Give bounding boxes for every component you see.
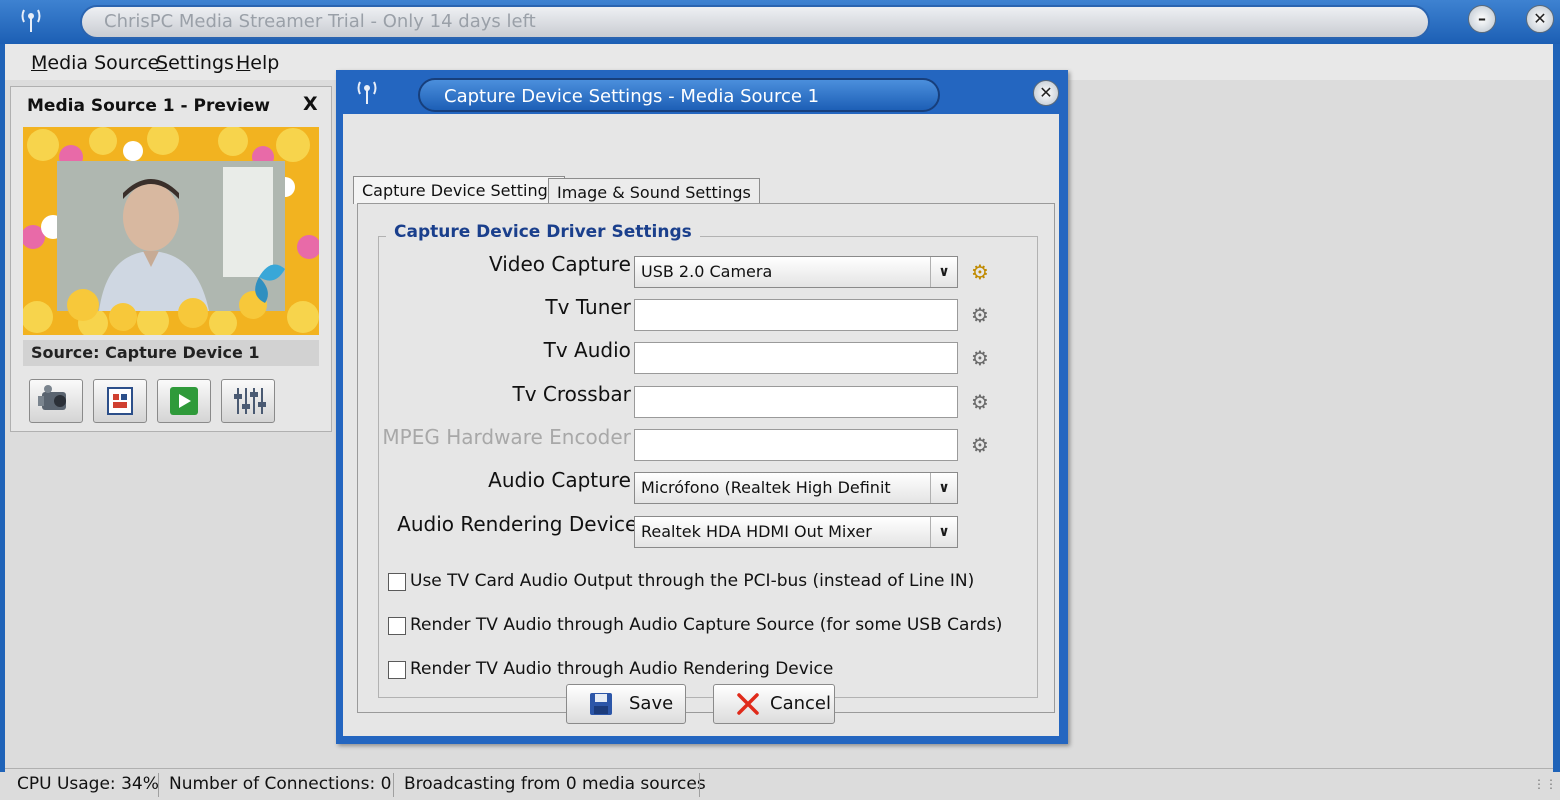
cancel-x-icon [734,691,762,717]
status-separator [699,773,700,797]
antenna-icon [356,78,378,111]
window-title: ChrisPC Media Streamer Trial - Only 14 d… [104,11,536,32]
tv-audio-label: Tv Audio : [543,338,644,362]
capture-settings-dialog: Capture Device Settings - Media Source 1… [336,70,1068,744]
resize-grip-icon[interactable]: ⋮⋮ [1533,777,1557,791]
window-frame-right [1553,44,1560,772]
tv-audio-properties-icon[interactable]: ⚙ [968,346,992,370]
dialog-close-button[interactable]: ✕ [1033,80,1059,106]
layout-icon [107,387,133,415]
checkbox-box[interactable] [388,661,406,679]
cpu-usage-status: CPU Usage: 34% [17,774,159,794]
audio-rendering-value: Realtek HDA HDMI Out Mixer [641,522,872,541]
equalizer-icon [234,388,266,414]
tv-tuner-label: Tv Tuner : [545,295,644,319]
floppy-disk-icon [587,691,615,717]
source-label: Source: Capture Device 1 [23,340,319,366]
menu-help[interactable]: Help [236,52,279,74]
tv-tuner-field[interactable] [634,299,958,331]
save-label: Save [629,693,674,714]
main-titlebar: ChrisPC Media Streamer Trial - Only 14 d… [0,0,1560,44]
status-separator [393,773,394,797]
video-capture-label: Video Capture : [488,252,644,276]
video-capture-select[interactable]: USB 2.0 Camera ∨ [634,256,958,288]
mpeg-encoder-properties-icon[interactable]: ⚙ [968,433,992,457]
tab-capture-device-settings[interactable]: Capture Device Settings [353,176,566,204]
status-separator [158,773,159,797]
mixer-button[interactable] [221,379,275,423]
checkbox-label: Render TV Audio through Audio Capture So… [410,615,1003,635]
window-frame-left [0,44,5,772]
tv-crossbar-properties-icon[interactable]: ⚙ [968,390,992,414]
preview-title: Media Source 1 - Preview [27,96,271,116]
audio-capture-value: Micrófono (Realtek High Definit [641,478,891,497]
tab-panel: Capture Device Driver Settings Video Cap… [357,203,1055,713]
play-button[interactable] [157,379,211,423]
cancel-button[interactable]: Cancel [713,684,835,724]
chevron-down-icon: ∨ [930,517,957,547]
layout-settings-button[interactable] [93,379,147,423]
antenna-logo-icon [20,6,42,34]
checkbox-label: Use TV Card Audio Output through the PCI… [410,571,975,591]
video-capture-properties-icon[interactable]: ⚙ [968,260,992,284]
menu-settings[interactable]: Settings [156,52,234,74]
audio-rendering-select[interactable]: Realtek HDA HDMI Out Mixer ∨ [634,516,958,548]
audio-capture-label: Audio Capture : [488,468,644,492]
chevron-down-icon: ∨ [930,473,957,503]
video-preview-image [23,127,319,335]
camera-settings-button[interactable] [29,379,83,423]
group-title: Capture Device Driver Settings [386,222,700,242]
statusbar: CPU Usage: 34% Number of Connections: 0 … [5,768,1557,800]
chevron-down-icon: ∨ [930,257,957,287]
video-capture-value: USB 2.0 Camera [641,262,773,281]
save-button[interactable]: Save [566,684,686,724]
checkbox-label: Render TV Audio through Audio Rendering … [410,659,834,679]
minimize-button[interactable]: – [1468,5,1496,33]
checkbox-box[interactable] [388,573,406,591]
preview-close-button[interactable]: X [303,93,318,115]
close-button[interactable]: ✕ [1526,5,1554,33]
broadcasting-status: Broadcasting from 0 media sources [404,774,706,794]
checkbox-box[interactable] [388,617,406,635]
tv-crossbar-field[interactable] [634,386,958,418]
tv-crossbar-label: Tv Crossbar : [512,382,644,406]
camera-icon [38,385,66,410]
tv-tuner-properties-icon[interactable]: ⚙ [968,303,992,327]
audio-rendering-label: Audio Rendering Device: [397,512,644,536]
connections-status: Number of Connections: 0 [169,774,392,794]
dialog-body: Capture Device Settings Image & Sound Se… [343,114,1059,736]
preview-panel: Media Source 1 - Preview X Source: Captu… [10,86,332,432]
menu-media-source[interactable]: Media Source [31,52,159,74]
dialog-title: Capture Device Settings - Media Source 1 [444,86,820,107]
mpeg-encoder-label: MPEG Hardware Encoder : [382,425,644,449]
cancel-label: Cancel [770,693,831,714]
mpeg-encoder-field[interactable] [634,429,958,461]
audio-capture-select[interactable]: Micrófono (Realtek High Definit ∨ [634,472,958,504]
play-icon [170,387,198,415]
tab-image-sound-settings[interactable]: Image & Sound Settings [548,178,760,204]
tv-audio-field[interactable] [634,342,958,374]
